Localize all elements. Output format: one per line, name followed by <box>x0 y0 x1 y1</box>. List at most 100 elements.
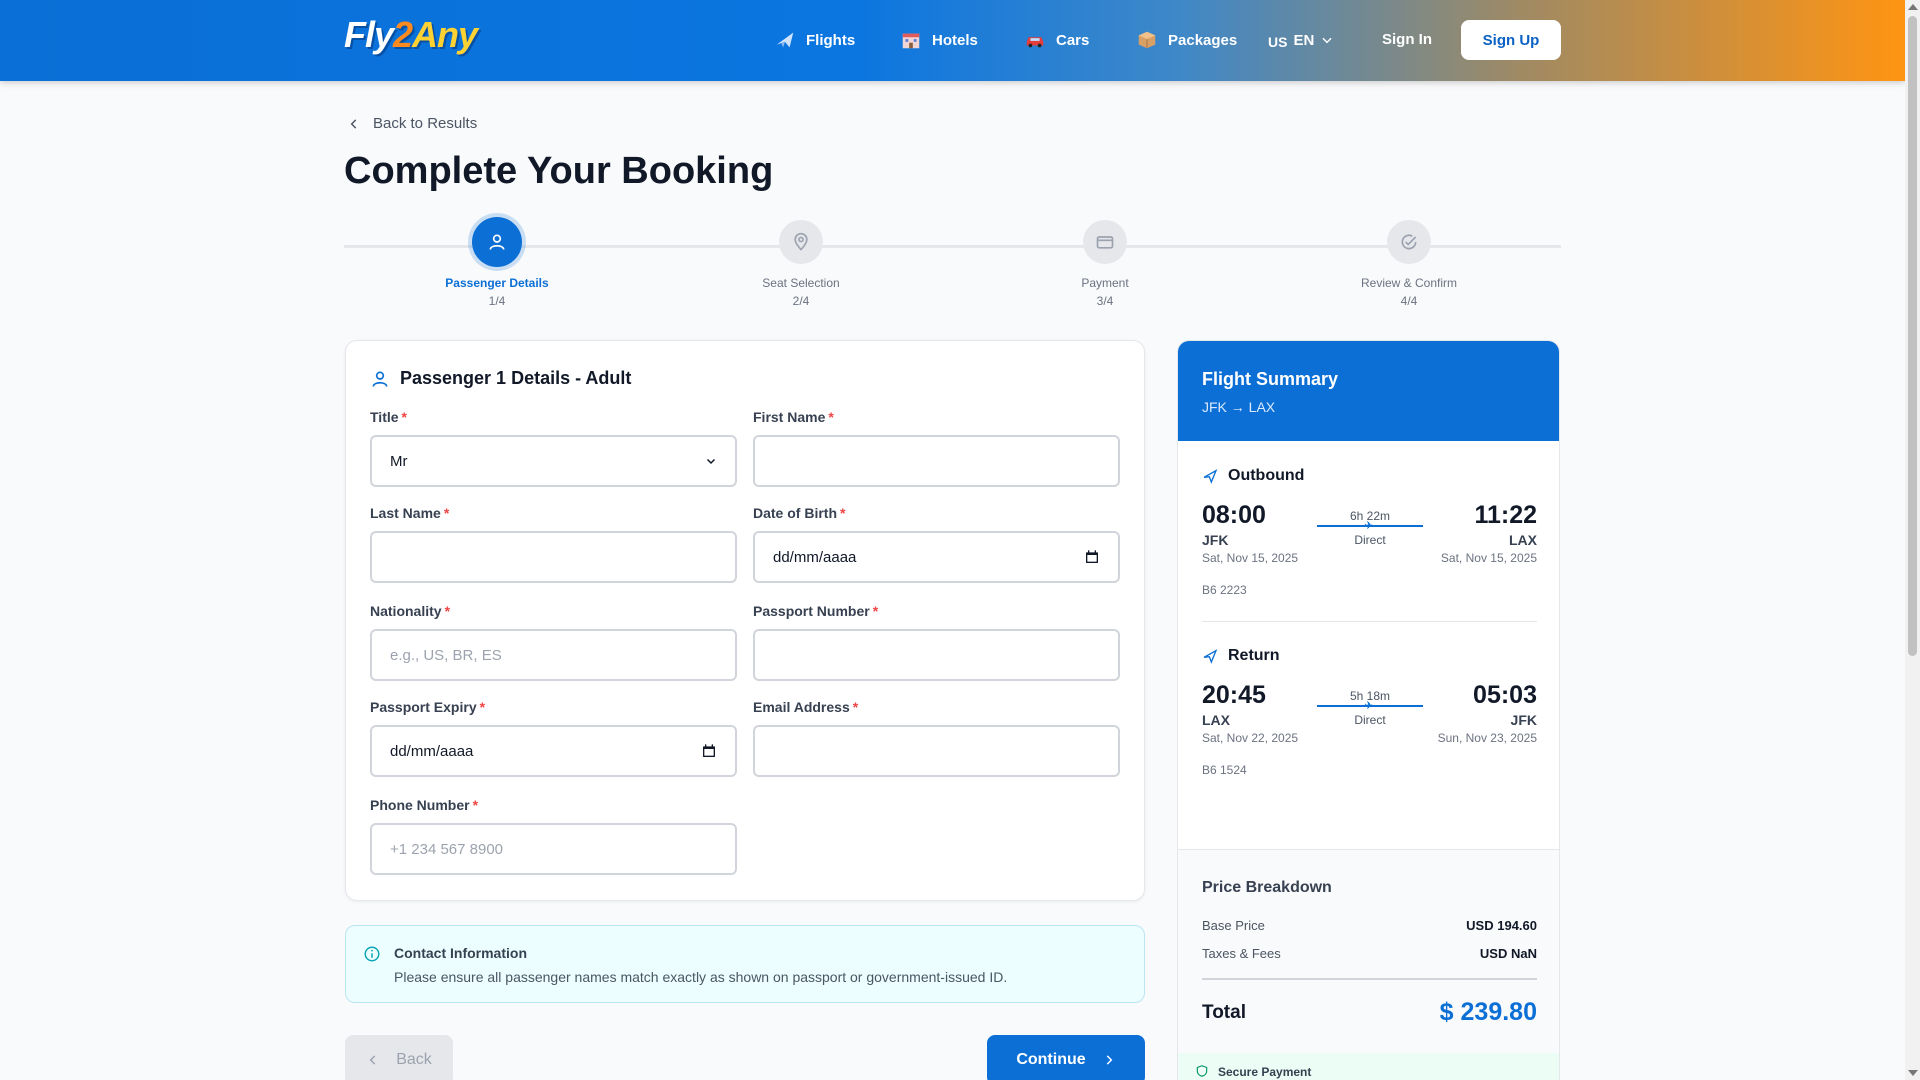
flight-path-line: ✈ <box>1317 700 1423 712</box>
sign-up-button[interactable]: Sign Up <box>1461 20 1561 60</box>
scroll-up-arrow-icon[interactable] <box>1908 4 1918 10</box>
outbound-duration: 6h 22m ✈ Direct <box>1317 509 1423 547</box>
outbound-arrival: 11:22 LAX Sat, Nov 15, 2025 <box>1441 501 1537 565</box>
departure-time: 20:45 <box>1202 681 1266 709</box>
calendar-icon[interactable] <box>701 743 717 759</box>
step-passenger-details[interactable]: Passenger Details 1/4 <box>397 217 597 308</box>
outbound-title-text: Outbound <box>1228 467 1305 484</box>
arrival-time: 05:03 <box>1473 681 1537 709</box>
date-of-birth-field: Date of Birth * dd/mm/aaaa <box>753 505 1120 583</box>
nav-hotels[interactable]: Hotels <box>900 28 978 52</box>
title-select-value: Mr <box>390 452 408 470</box>
scroll-down-arrow-icon[interactable] <box>1908 1070 1918 1076</box>
title-select[interactable]: Mr <box>370 435 737 487</box>
arrival-airport: JFK <box>1510 712 1537 728</box>
departure-time: 08:00 <box>1202 501 1266 529</box>
outbound-title: Outbound <box>1202 467 1537 485</box>
continue-button-label: Continue <box>1016 1051 1086 1068</box>
passport-number-input[interactable] <box>753 629 1120 681</box>
step-circle <box>1083 220 1127 264</box>
step-seat-selection[interactable]: Seat Selection 2/4 <box>701 220 901 308</box>
passport-expiry-input[interactable]: dd/mm/aaaa <box>370 725 737 777</box>
flight-stops: Direct <box>1354 713 1386 727</box>
step-label: Review & Confirm <box>1360 276 1458 290</box>
secure-payment-text: Secure Payment <box>1218 1065 1312 1079</box>
scrollbar-thumb[interactable] <box>1908 16 1917 656</box>
user-icon <box>372 371 388 387</box>
email-label: Email Address * <box>753 699 859 715</box>
sign-in-button[interactable]: Sign In <box>1382 31 1432 48</box>
back-button[interactable]: Back <box>345 1035 453 1080</box>
return-title: Return <box>1202 647 1537 665</box>
secure-payment-banner: Secure Payment <box>1178 1053 1559 1080</box>
nav-cars[interactable]: Cars <box>1024 28 1089 52</box>
leg-divider <box>1202 621 1537 622</box>
nationality-input[interactable]: e.g., US, BR, ES <box>370 629 737 681</box>
contact-info-body: Please ensure all passenger names match … <box>394 969 1008 985</box>
title-field: Title * Mr <box>370 409 737 487</box>
language-selector[interactable]: US EN <box>1268 30 1334 50</box>
chevron-right-icon <box>1106 1055 1113 1065</box>
passenger-card-title: Passenger 1 Details - Adult <box>370 368 631 389</box>
page-scrollbar[interactable] <box>1905 0 1920 1080</box>
base-price-row: Base Price USD 194.60 <box>1202 918 1537 933</box>
back-to-results-link[interactable]: Back to Results <box>347 115 477 132</box>
plane-icon: ✈ <box>1364 520 1374 532</box>
first-name-input[interactable] <box>753 435 1120 487</box>
fly2any-logo[interactable]: Fly2Any <box>344 14 478 56</box>
logo-text-any: Any <box>412 14 478 55</box>
email-input[interactable] <box>753 725 1120 777</box>
return-title-text: Return <box>1228 647 1280 664</box>
taxes-value: USD NaN <box>1479 946 1537 961</box>
step-review-confirm[interactable]: Review & Confirm 4/4 <box>1309 220 1509 308</box>
phone-field: Phone Number * +1 234 567 8900 <box>370 797 737 875</box>
step-payment[interactable]: Payment 3/4 <box>1005 220 1205 308</box>
chevron-left-icon <box>369 1055 376 1065</box>
continue-button[interactable]: Continue <box>987 1035 1145 1080</box>
nationality-label: Nationality * <box>370 603 451 619</box>
step-circle <box>472 217 522 267</box>
chevron-down-icon <box>706 458 716 465</box>
passport-expiry-field: Passport Expiry * dd/mm/aaaa <box>370 699 737 777</box>
last-name-label: Last Name * <box>370 505 450 521</box>
user-icon <box>489 234 505 250</box>
nav-cars-label: Cars <box>1056 31 1090 49</box>
step-circle <box>1387 220 1431 264</box>
passport-number-label: Passport Number * <box>753 603 879 619</box>
nav-packages[interactable]: Packages <box>1136 28 1237 52</box>
logo-text-2: 2 <box>393 14 413 55</box>
passport-number-field: Passport Number * <box>753 603 1120 681</box>
arrival-date: Sun, Nov 23, 2025 <box>1437 731 1537 745</box>
phone-input[interactable]: +1 234 567 8900 <box>370 823 737 875</box>
step-label: Passenger Details <box>445 276 549 290</box>
price-divider <box>1202 978 1537 980</box>
nationality-field: Nationality * e.g., US, BR, ES <box>370 603 737 681</box>
calendar-icon[interactable] <box>1084 549 1100 565</box>
step-count: 3/4 <box>1096 294 1114 308</box>
flight-path-line: ✈ <box>1317 520 1423 532</box>
step-label: Payment <box>1081 276 1129 290</box>
departure-airport: JFK <box>1202 532 1229 548</box>
last-name-input[interactable] <box>370 531 737 583</box>
nav-flights[interactable]: Flights <box>774 28 855 52</box>
date-of-birth-input[interactable]: dd/mm/aaaa <box>753 531 1120 583</box>
date-of-birth-value: dd/mm/aaaa <box>773 548 857 566</box>
chevron-down-icon <box>1322 37 1332 44</box>
check-circle-icon <box>1401 234 1417 250</box>
return-departure: 20:45 LAX Sat, Nov 22, 2025 <box>1202 681 1298 745</box>
passport-expiry-value: dd/mm/aaaa <box>390 742 474 760</box>
arrival-time: 11:22 <box>1474 501 1537 529</box>
contact-info-notice: Contact Information Please ensure all pa… <box>345 925 1145 1003</box>
phone-label: Phone Number * <box>370 797 479 813</box>
flight-summary-header: Flight Summary JFK → LAX <box>1178 341 1559 441</box>
plane-icon <box>776 32 794 48</box>
arrival-date: Sat, Nov 15, 2025 <box>1440 551 1537 565</box>
taxes-label: Taxes & Fees <box>1202 946 1281 961</box>
chevron-left-icon <box>350 118 357 129</box>
step-count: 2/4 <box>792 294 810 308</box>
first-name-label: First Name * <box>753 409 834 425</box>
nav-flights-label: Flights <box>806 31 856 49</box>
contact-info-title: Contact Information <box>394 945 527 961</box>
departure-date: Sat, Nov 15, 2025 <box>1202 551 1299 565</box>
language-code: EN <box>1293 31 1315 49</box>
